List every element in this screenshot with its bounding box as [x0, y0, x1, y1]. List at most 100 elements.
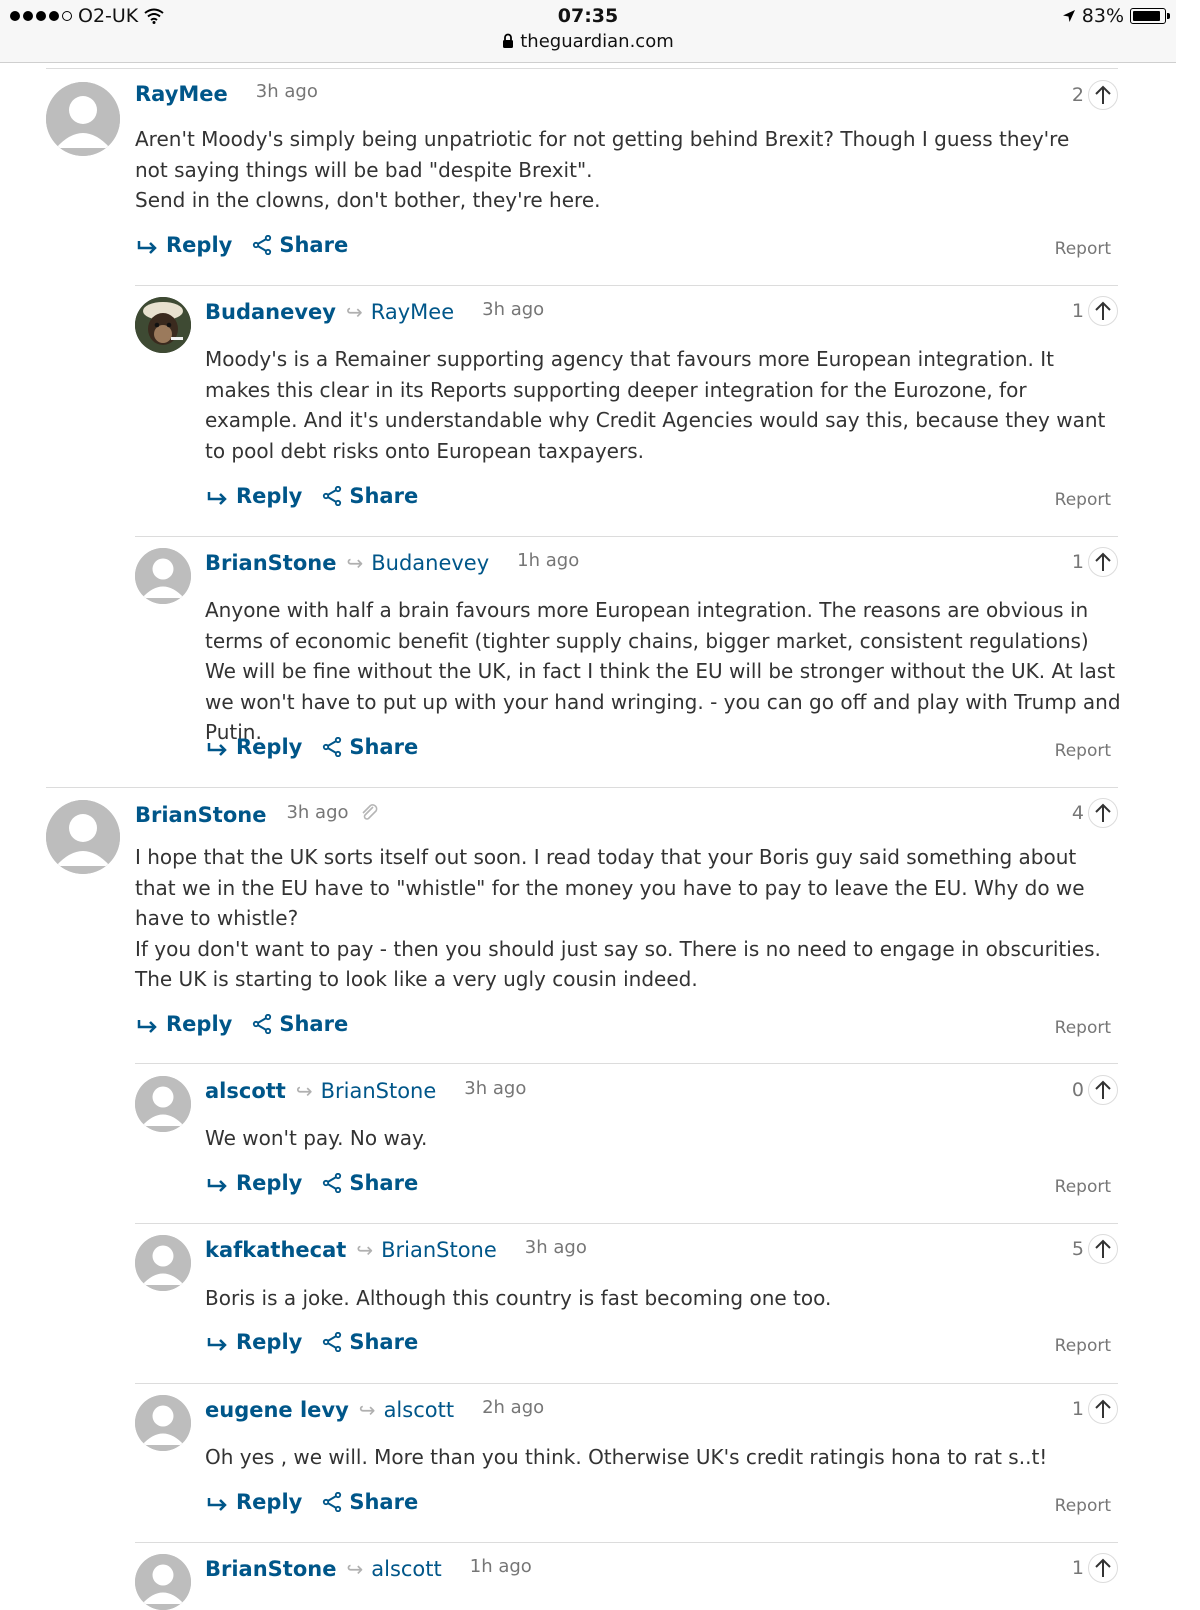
comment-paragraph: We won't pay. No way.	[205, 1126, 428, 1150]
recommend-count: 1	[1071, 1557, 1084, 1579]
reply-button[interactable]: Reply	[207, 484, 302, 508]
reply-button[interactable]: Reply	[137, 1012, 232, 1036]
timestamp[interactable]: 1h ago	[517, 550, 579, 571]
address-bar[interactable]: theguardian.com	[0, 31, 1176, 52]
recommend-button[interactable]	[1088, 1394, 1118, 1424]
comment-paragraph: Anyone with half a brain favours more Eu…	[205, 598, 1121, 744]
divider	[46, 68, 1118, 69]
timestamp[interactable]: 1h ago	[470, 1556, 532, 1577]
comment-header: eugene levy ↪ alscott 2h ago	[205, 1397, 544, 1422]
share-button[interactable]: Share	[322, 484, 418, 508]
comment-paragraph: I hope that the UK sorts itself out soon…	[135, 845, 1085, 930]
author-name[interactable]: kafkathecat	[205, 1238, 346, 1262]
recommend-button[interactable]	[1088, 1553, 1118, 1583]
share-button[interactable]: Share	[322, 1330, 418, 1354]
author-name[interactable]: alscott	[205, 1079, 286, 1103]
reply-button[interactable]: Reply	[207, 735, 302, 759]
default-user-icon	[135, 548, 191, 604]
comment-header: kafkathecat ↪ BrianStone 3h ago	[205, 1237, 587, 1262]
default-user-icon	[135, 1554, 191, 1610]
reply-button[interactable]: Reply	[207, 1490, 302, 1514]
author-name[interactable]: Budanevey	[205, 300, 336, 324]
share-button[interactable]: Share	[252, 233, 348, 257]
comment-header: BrianStone ↪ alscott 1h ago	[205, 1556, 532, 1581]
share-label: Share	[349, 1171, 419, 1195]
in-reply-to-icon: ↪	[356, 1238, 374, 1262]
comment-body: Oh yes , we will. More than you think. O…	[205, 1442, 1123, 1473]
battery-icon	[1130, 8, 1170, 24]
location-arrow-icon	[1062, 10, 1075, 22]
comment-header: BrianStone ↪ Budanevey 1h ago	[205, 550, 579, 575]
share-button[interactable]: Share	[322, 1171, 418, 1195]
reply-to-name[interactable]: alscott	[371, 1557, 442, 1581]
avatar[interactable]	[135, 1554, 191, 1610]
share-button[interactable]: Share	[322, 1490, 418, 1514]
reply-to-name[interactable]: RayMee	[371, 300, 454, 324]
comment-actions: Reply Share	[137, 233, 348, 257]
share-icon	[253, 1014, 272, 1034]
reply-to-name[interactable]: Budanevey	[371, 551, 489, 575]
reply-button[interactable]: Reply	[137, 233, 232, 257]
recommend-button[interactable]	[1088, 296, 1118, 326]
reply-to-name[interactable]: alscott	[384, 1398, 455, 1422]
report-link[interactable]: Report	[1055, 239, 1111, 259]
avatar[interactable]	[135, 297, 191, 353]
timestamp[interactable]: 2h ago	[482, 1397, 544, 1418]
reply-to-name[interactable]: BrianStone	[321, 1079, 437, 1103]
share-label: Share	[349, 1490, 419, 1514]
default-user-icon	[135, 1395, 191, 1451]
recommend-button[interactable]	[1088, 80, 1118, 110]
share-button[interactable]: Share	[322, 735, 418, 759]
recommend-button[interactable]	[1088, 1234, 1118, 1264]
comment-paragraph: Send in the clowns, don't bother, they'r…	[135, 188, 601, 212]
report-link[interactable]: Report	[1055, 490, 1111, 510]
report-link[interactable]: Report	[1055, 741, 1111, 761]
timestamp[interactable]: 3h ago	[286, 802, 348, 823]
divider	[135, 1542, 1118, 1543]
author-name[interactable]: BrianStone	[135, 803, 266, 827]
arrow-up-icon	[1095, 301, 1111, 320]
comment-body: Boris is a joke. Although this country i…	[205, 1283, 1123, 1314]
recommend-count: 0	[1071, 1079, 1084, 1101]
reply-arrow-icon	[207, 1338, 227, 1351]
avatar[interactable]	[135, 1395, 191, 1451]
comment-paragraph: Oh yes , we will. More than you think. O…	[205, 1445, 1048, 1469]
timestamp[interactable]: 3h ago	[464, 1078, 526, 1099]
share-button[interactable]: Share	[252, 1012, 348, 1036]
report-link[interactable]: Report	[1055, 1018, 1111, 1038]
avatar[interactable]	[46, 800, 120, 874]
reply-to-name[interactable]: BrianStone	[381, 1238, 497, 1262]
report-link[interactable]: Report	[1055, 1177, 1111, 1197]
avatar[interactable]	[135, 548, 191, 604]
comment-header: RayMee 3h ago	[135, 81, 318, 106]
comment-paragraph: If you don't want to pay - then you shou…	[135, 936, 1101, 992]
lock-icon	[503, 33, 514, 48]
recommend-count: 5	[1071, 1238, 1084, 1260]
recommend-control: 1	[1072, 1553, 1118, 1583]
recommend-button[interactable]	[1088, 1075, 1118, 1105]
timestamp[interactable]: 3h ago	[525, 1237, 587, 1258]
avatar[interactable]	[135, 1235, 191, 1291]
author-name[interactable]: eugene levy	[205, 1398, 349, 1422]
divider	[135, 1063, 1118, 1064]
reply-label: Reply	[166, 233, 233, 257]
avatar[interactable]	[135, 1076, 191, 1132]
reply-label: Reply	[236, 1330, 303, 1354]
recommend-count: 1	[1071, 1398, 1084, 1420]
recommend-button[interactable]	[1088, 547, 1118, 577]
recommend-button[interactable]	[1088, 798, 1118, 828]
reply-button[interactable]: Reply	[207, 1171, 302, 1195]
recommend-count: 1	[1071, 551, 1084, 573]
author-name[interactable]: BrianStone	[205, 551, 336, 575]
default-user-icon	[135, 1076, 191, 1132]
avatar[interactable]	[46, 82, 120, 156]
recommend-control: 4	[1072, 798, 1118, 828]
author-name[interactable]: BrianStone	[205, 1557, 336, 1581]
timestamp[interactable]: 3h ago	[482, 299, 544, 320]
reply-button[interactable]: Reply	[207, 1330, 302, 1354]
report-link[interactable]: Report	[1055, 1336, 1111, 1356]
in-reply-to-icon: ↪	[358, 1398, 376, 1422]
author-name[interactable]: RayMee	[135, 82, 228, 106]
report-link[interactable]: Report	[1055, 1496, 1111, 1516]
timestamp[interactable]: 3h ago	[256, 81, 318, 102]
